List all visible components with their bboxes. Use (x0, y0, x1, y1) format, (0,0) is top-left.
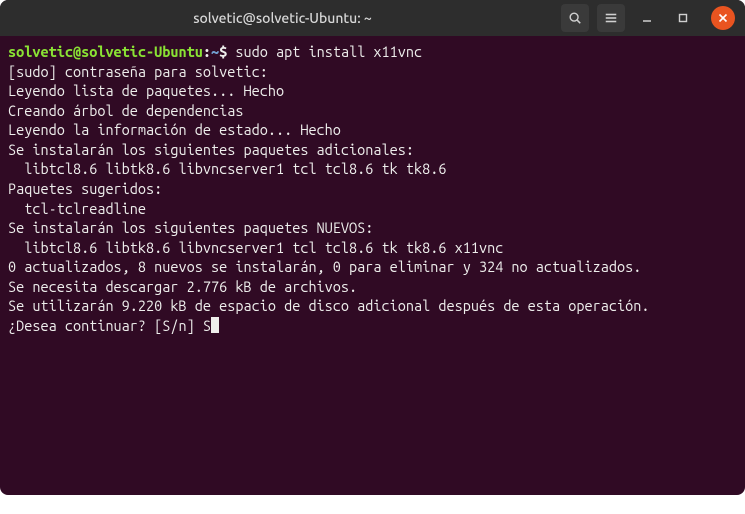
search-button[interactable] (561, 4, 589, 32)
window-title: solvetic@solvetic-Ubuntu: ~ (193, 10, 372, 26)
output-line: Se instalarán los siguientes paquetes ad… (8, 141, 414, 158)
minimize-icon (641, 12, 653, 24)
output-line: Se utilizarán 9.220 kB de espacio de dis… (8, 297, 649, 314)
output-line: Leyendo la información de estado... Hech… (8, 121, 341, 138)
output-line: libtcl8.6 libtk8.6 libvncserver1 tcl tcl… (8, 239, 503, 256)
prompt-symbol: $ (219, 43, 227, 60)
search-icon (568, 11, 582, 25)
minimize-button[interactable] (633, 4, 661, 32)
close-button[interactable] (711, 6, 735, 30)
output-line: tcl-tclreadline (8, 200, 146, 217)
prompt-command: sudo apt install x11vnc (235, 43, 422, 60)
prompt-user-host: solvetic@solvetic-Ubuntu (8, 43, 203, 60)
output-line: Leyendo lista de paquetes... Hecho (8, 82, 284, 99)
prompt-separator: : (203, 43, 211, 60)
output-line: 0 actualizados, 8 nuevos se instalarán, … (8, 258, 641, 275)
terminal-window: solvetic@solvetic-Ubuntu: ~ (0, 0, 745, 495)
hamburger-icon (604, 11, 618, 25)
prompt-continue: ¿Desea continuar? [S/n] S (8, 317, 211, 334)
maximize-button[interactable] (669, 4, 697, 32)
maximize-icon (677, 12, 689, 24)
output-line: Paquetes sugeridos: (8, 180, 162, 197)
output-line: [sudo] contraseña para solvetic: (8, 63, 268, 80)
menu-button[interactable] (597, 4, 625, 32)
titlebar: solvetic@solvetic-Ubuntu: ~ (0, 0, 745, 36)
output-line: libtcl8.6 libtk8.6 libvncserver1 tcl tcl… (8, 160, 446, 177)
terminal-cursor (211, 317, 219, 333)
output-line: Creando árbol de dependencias (8, 102, 243, 119)
prompt-path: ~ (211, 43, 219, 60)
output-line: Se necesita descargar 2.776 kB de archiv… (8, 278, 357, 295)
close-icon (718, 13, 728, 23)
terminal-body[interactable]: solvetic@solvetic-Ubuntu:~$ sudo apt ins… (0, 36, 745, 495)
output-line: Se instalarán los siguientes paquetes NU… (8, 219, 373, 236)
